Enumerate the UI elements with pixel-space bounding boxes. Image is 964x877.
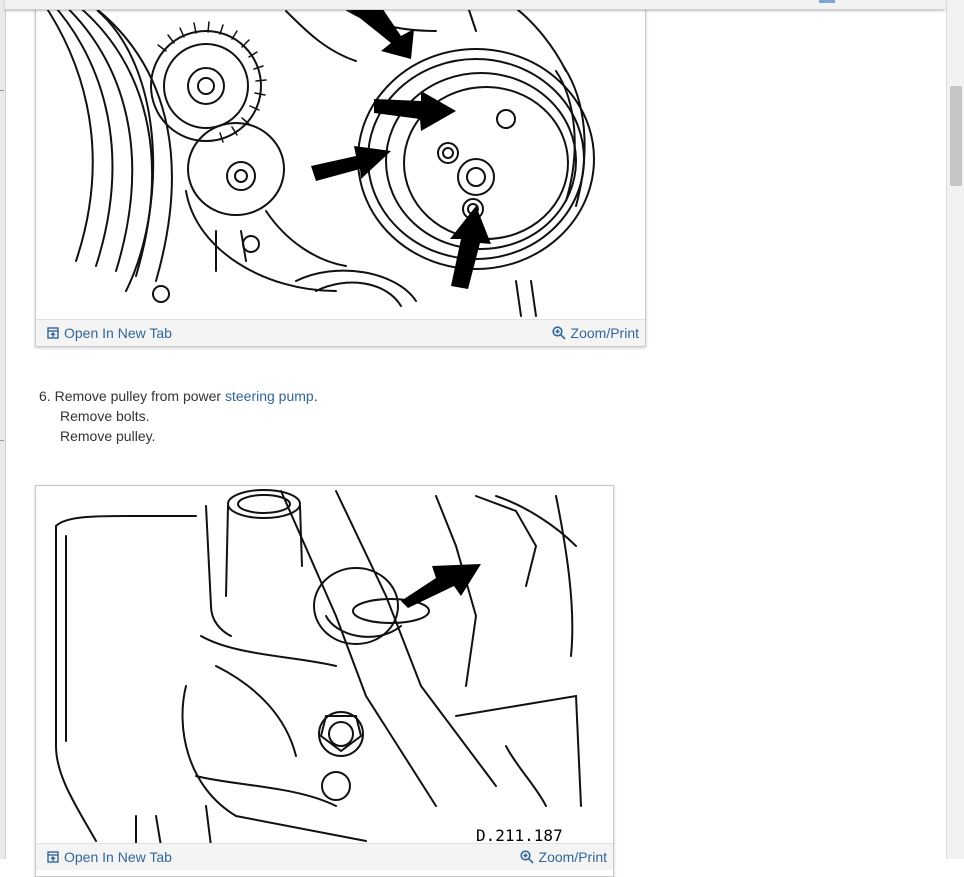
open-in-new-tab-link[interactable]: Open In New Tab — [47, 325, 172, 341]
step-text-end: . — [313, 388, 318, 404]
open-new-tab-icon — [47, 851, 59, 863]
figure-pulley-bolts: Open In New Tab Zoom/Print — [35, 0, 646, 347]
figure-2-toolbar: Open In New Tab Zoom/Print — [36, 843, 613, 870]
step-text: Remove pulley from power — [54, 388, 222, 404]
zoom-print-label: Zoom/Print — [538, 849, 607, 865]
open-new-tab-icon — [47, 327, 59, 339]
zoom-magnifier-icon — [519, 850, 534, 864]
open-in-new-tab-label: Open In New Tab — [64, 325, 172, 341]
window-left-edge — [0, 0, 6, 859]
zoom-print-link-2[interactable]: Zoom/Print — [519, 849, 607, 865]
zoom-magnifier-icon — [551, 326, 566, 340]
step-6: 6. Remove pulley from power steering pum… — [39, 386, 318, 446]
zoom-print-link[interactable]: Zoom/Print — [551, 325, 639, 341]
vertical-scrollbar[interactable] — [946, 0, 964, 859]
substep-remove-pulley: Remove pulley. — [60, 428, 156, 444]
zoom-print-label: Zoom/Print — [570, 325, 639, 341]
open-in-new-tab-link-2[interactable]: Open In New Tab — [47, 849, 172, 865]
diagram-image-pulley[interactable] — [36, 0, 645, 319]
diagram-image-steering-pump[interactable]: D.211.187 — [36, 486, 613, 846]
step-number: 6. — [39, 388, 51, 404]
figure-1-toolbar: Open In New Tab Zoom/Print — [36, 319, 645, 346]
step-6-instruction: 6. Remove pulley from power steering pum… — [39, 386, 318, 406]
figure-steering-pump: D.211.187 Open In New Tab Zoom/Print — [35, 485, 614, 877]
open-in-new-tab-label: Open In New Tab — [64, 849, 172, 865]
top-toolbar-edge — [5, 0, 945, 10]
scrollbar-thumb[interactable] — [950, 86, 962, 186]
substep-remove-bolts: Remove bolts. — [60, 408, 150, 424]
steering-pump-link[interactable]: steering pump — [225, 388, 314, 404]
